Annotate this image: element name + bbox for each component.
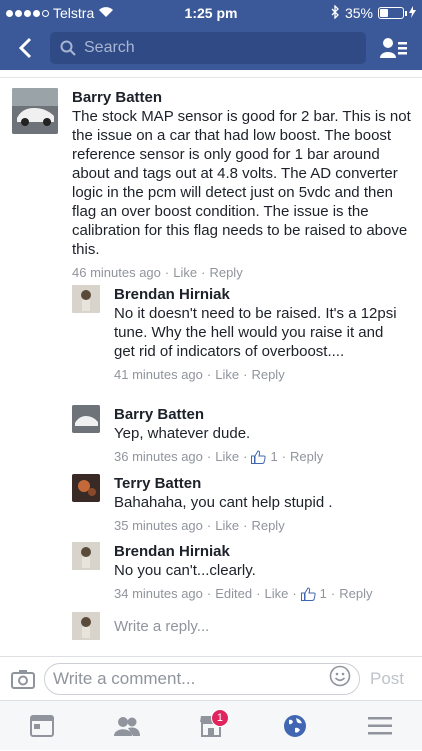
globe-icon bbox=[284, 714, 307, 737]
bluetooth-icon bbox=[331, 3, 340, 22]
tab-friend-requests[interactable] bbox=[97, 701, 157, 751]
comment-input[interactable]: Write a comment... bbox=[44, 662, 360, 695]
avatar[interactable] bbox=[72, 285, 100, 313]
tab-marketplace[interactable]: 1 bbox=[181, 701, 241, 751]
post-button[interactable]: Post bbox=[360, 669, 414, 689]
carrier-label: Telstra bbox=[53, 5, 95, 21]
reply-comment: Terry Batten Bahahaha, you cant help stu… bbox=[72, 474, 412, 533]
avatar[interactable] bbox=[72, 542, 100, 570]
like-link[interactable]: Like bbox=[215, 449, 239, 464]
reply-link[interactable]: Reply bbox=[209, 265, 242, 280]
menu-icon bbox=[367, 716, 392, 734]
battery-percentage: 35% bbox=[344, 5, 373, 21]
reply-box[interactable]: Write a reply... bbox=[72, 612, 209, 640]
battery-icon bbox=[378, 7, 407, 19]
avatar[interactable] bbox=[12, 88, 58, 134]
emoji-icon[interactable] bbox=[329, 665, 351, 692]
comment-text: Bahahaha, you cant help stupid . bbox=[114, 494, 333, 511]
comment-timestamp[interactable]: 41 minutes ago bbox=[114, 367, 203, 382]
comment-timestamp[interactable]: 36 minutes ago bbox=[114, 449, 203, 464]
comment-timestamp[interactable]: 34 minutes ago bbox=[114, 586, 203, 601]
comment-text: Yep, whatever dude. bbox=[114, 425, 251, 442]
comment: Barry Batten The stock MAP sensor is goo… bbox=[12, 88, 412, 280]
news-feed-icon bbox=[30, 714, 55, 737]
comment-author[interactable]: Barry Batten bbox=[72, 88, 412, 107]
comment-author[interactable]: Brendan Hirniak bbox=[114, 542, 404, 561]
search-input[interactable]: Search bbox=[50, 32, 366, 64]
reply-link[interactable]: Reply bbox=[290, 449, 323, 464]
reply-input[interactable]: Write a reply... bbox=[114, 618, 209, 635]
friends-icon bbox=[113, 716, 140, 736]
reply-comment: Brendan Hirniak No it doesn't need to be… bbox=[72, 285, 412, 382]
search-placeholder: Search bbox=[84, 39, 135, 56]
comment-timestamp[interactable]: 35 minutes ago bbox=[114, 518, 203, 533]
signal-strength-icon bbox=[6, 9, 49, 17]
friends-list-icon bbox=[380, 38, 407, 58]
reaction-count[interactable]: 1 bbox=[270, 449, 277, 464]
comment-author[interactable]: Brendan Hirniak bbox=[114, 285, 404, 304]
edited-label[interactable]: Edited bbox=[215, 586, 252, 601]
back-button[interactable] bbox=[0, 26, 50, 70]
reaction-count[interactable]: 1 bbox=[320, 586, 327, 601]
avatar[interactable] bbox=[72, 405, 100, 433]
reply-comment: Barry Batten Yep, whatever dude. 36 minu… bbox=[72, 405, 412, 464]
comment-composer: Write a comment... Post bbox=[0, 656, 422, 700]
tab-notifications-globe[interactable] bbox=[265, 701, 325, 751]
reply-comment: Brendan Hirniak No you can't...clearly. … bbox=[72, 542, 412, 601]
reply-link[interactable]: Reply bbox=[339, 586, 372, 601]
tab-menu[interactable] bbox=[350, 701, 410, 751]
comment-text: The stock MAP sensor is good for 2 bar. … bbox=[72, 108, 411, 258]
notification-badge: 1 bbox=[210, 708, 229, 727]
reply-link[interactable]: Reply bbox=[251, 518, 284, 533]
comment-text: No you can't...clearly. bbox=[114, 562, 256, 579]
avatar[interactable] bbox=[72, 474, 100, 502]
chevron-left-icon bbox=[18, 37, 32, 59]
camera-button[interactable] bbox=[8, 669, 38, 689]
reply-link[interactable]: Reply bbox=[251, 367, 284, 382]
like-link[interactable]: Like bbox=[215, 518, 239, 533]
thread-top-divider bbox=[0, 70, 422, 78]
comment-text: No it doesn't need to be raised. It's a … bbox=[114, 305, 397, 360]
comment-timestamp[interactable]: 46 minutes ago bbox=[72, 265, 161, 280]
status-bar: Telstra 1:25 pm 35% bbox=[0, 0, 422, 26]
camera-icon bbox=[11, 669, 35, 689]
like-link[interactable]: Like bbox=[173, 265, 197, 280]
navigation-bar: Search bbox=[0, 26, 422, 70]
charging-icon bbox=[409, 5, 416, 21]
my-avatar bbox=[72, 612, 100, 640]
friends-list-button[interactable] bbox=[366, 26, 422, 70]
wifi-icon bbox=[98, 5, 114, 21]
comment-author[interactable]: Barry Batten bbox=[114, 405, 404, 424]
tab-bar: 1 bbox=[0, 700, 422, 750]
like-link[interactable]: Like bbox=[264, 586, 288, 601]
thumbs-up-icon[interactable] bbox=[300, 586, 316, 601]
comment-placeholder: Write a comment... bbox=[53, 668, 196, 688]
like-link[interactable]: Like bbox=[215, 367, 239, 382]
tab-news-feed[interactable] bbox=[12, 701, 72, 751]
search-icon bbox=[60, 40, 76, 56]
thumbs-up-icon[interactable] bbox=[251, 449, 267, 464]
comment-author[interactable]: Terry Batten bbox=[114, 474, 404, 493]
